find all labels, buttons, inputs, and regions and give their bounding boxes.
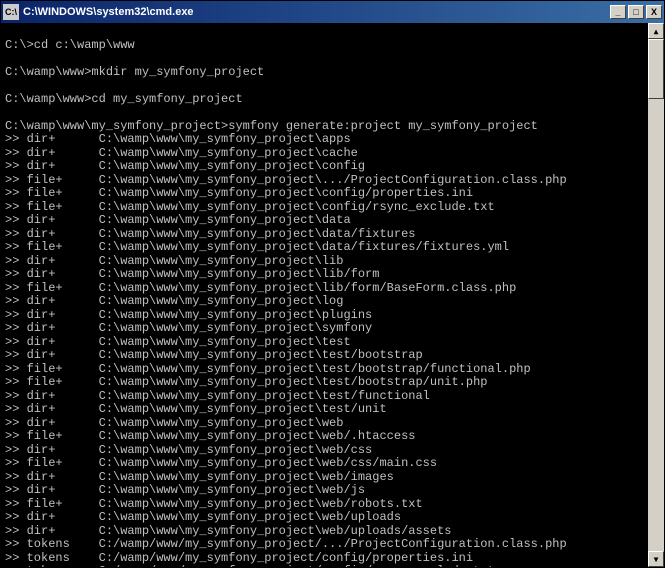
terminal-line: >> dir+ C:\wamp\www\my_symfony_project\l… [5, 295, 644, 309]
terminal-line: >> file+ C:\wamp\www\my_symfony_project\… [5, 187, 644, 201]
terminal-line: >> dir+ C:\wamp\www\my_symfony_project\c… [5, 160, 644, 174]
terminal-line: >> file+ C:\wamp\www\my_symfony_project\… [5, 498, 644, 512]
scroll-thumb[interactable] [648, 39, 664, 99]
terminal-line: >> dir+ C:\wamp\www\my_symfony_project\c… [5, 147, 644, 161]
scroll-down-button[interactable]: ▼ [648, 551, 664, 567]
terminal-line: >> dir+ C:\wamp\www\my_symfony_project\w… [5, 511, 644, 525]
cmd-icon: C:\ [3, 4, 19, 20]
terminal-line: >> dir+ C:\wamp\www\my_symfony_project\t… [5, 349, 644, 363]
terminal-line: >> file+ C:\wamp\www\my_symfony_project\… [5, 174, 644, 188]
terminal-line [5, 52, 644, 66]
terminal-line: C:\wamp\www\my_symfony_project>symfony g… [5, 120, 644, 134]
terminal-line: >> file+ C:\wamp\www\my_symfony_project\… [5, 282, 644, 296]
terminal-line: >> dir+ C:\wamp\www\my_symfony_project\w… [5, 484, 644, 498]
terminal-line: >> tokens C:/wamp/www/my_symfony_project… [5, 538, 644, 552]
titlebar: C:\ C:\WINDOWS\system32\cmd.exe _ □ X [1, 1, 664, 23]
terminal-line: C:\wamp\www>cd my_symfony_project [5, 93, 644, 107]
terminal-line: >> file+ C:\wamp\www\my_symfony_project\… [5, 363, 644, 377]
window-controls: _ □ X [610, 5, 662, 19]
terminal-line: C:\wamp\www>mkdir my_symfony_project [5, 66, 644, 80]
window-title: C:\WINDOWS\system32\cmd.exe [23, 6, 610, 18]
scroll-up-button[interactable]: ▲ [648, 23, 664, 39]
terminal-line: >> file+ C:\wamp\www\my_symfony_project\… [5, 376, 644, 390]
minimize-button[interactable]: _ [610, 5, 626, 19]
terminal-line: >> dir+ C:\wamp\www\my_symfony_project\t… [5, 336, 644, 350]
terminal-line: >> file+ C:\wamp\www\my_symfony_project\… [5, 457, 644, 471]
close-button[interactable]: X [646, 5, 662, 19]
scroll-track[interactable] [648, 39, 664, 551]
terminal-line: >> file+ C:\wamp\www\my_symfony_project\… [5, 241, 644, 255]
terminal-line: >> dir+ C:\wamp\www\my_symfony_project\w… [5, 525, 644, 539]
terminal-line: >> dir+ C:\wamp\www\my_symfony_project\s… [5, 322, 644, 336]
terminal-line: >> dir+ C:\wamp\www\my_symfony_project\t… [5, 390, 644, 404]
terminal-line: >> dir+ C:\wamp\www\my_symfony_project\w… [5, 444, 644, 458]
terminal-line: >> dir+ C:\wamp\www\my_symfony_project\w… [5, 471, 644, 485]
terminal-line: C:\>cd c:\wamp\www [5, 39, 644, 53]
terminal-line: >> dir+ C:\wamp\www\my_symfony_project\l… [5, 255, 644, 269]
terminal-line: >> tokens C:/wamp/www/my_symfony_project… [5, 565, 644, 567]
content-area: C:\>cd c:\wamp\www C:\wamp\www>mkdir my_… [1, 23, 664, 567]
terminal-line: >> dir+ C:\wamp\www\my_symfony_project\p… [5, 309, 644, 323]
terminal-line: >> dir+ C:\wamp\www\my_symfony_project\d… [5, 214, 644, 228]
vertical-scrollbar[interactable]: ▲ ▼ [648, 23, 664, 567]
terminal-line: >> dir+ C:\wamp\www\my_symfony_project\a… [5, 133, 644, 147]
terminal-line: >> dir+ C:\wamp\www\my_symfony_project\w… [5, 417, 644, 431]
maximize-button[interactable]: □ [628, 5, 644, 19]
terminal-line: >> file+ C:\wamp\www\my_symfony_project\… [5, 201, 644, 215]
terminal-line: >> dir+ C:\wamp\www\my_symfony_project\t… [5, 403, 644, 417]
terminal-line [5, 106, 644, 120]
terminal-output[interactable]: C:\>cd c:\wamp\www C:\wamp\www>mkdir my_… [1, 23, 648, 567]
terminal-line [5, 79, 644, 93]
terminal-line [5, 25, 644, 39]
terminal-line: >> tokens C:/wamp/www/my_symfony_project… [5, 552, 644, 566]
terminal-line: >> dir+ C:\wamp\www\my_symfony_project\d… [5, 228, 644, 242]
terminal-line: >> dir+ C:\wamp\www\my_symfony_project\l… [5, 268, 644, 282]
terminal-line: >> file+ C:\wamp\www\my_symfony_project\… [5, 430, 644, 444]
